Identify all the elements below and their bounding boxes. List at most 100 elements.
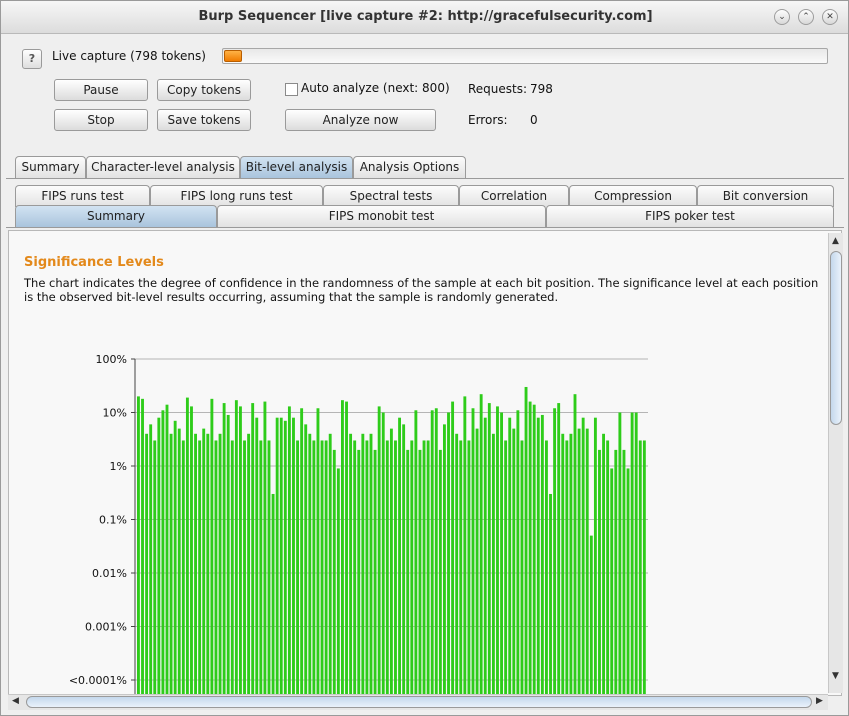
chart-bar: [589, 535, 593, 695]
scroll-up-icon[interactable]: ▲: [832, 236, 839, 246]
chart-bar: [434, 408, 438, 695]
chart-bar: [418, 449, 422, 695]
chart-bar: [279, 417, 283, 695]
chart-bar: [275, 417, 279, 695]
chart-bar: [573, 394, 577, 695]
chart-bar: [292, 417, 295, 695]
chart-bar: [181, 440, 185, 695]
chart-bar: [394, 440, 397, 695]
save-tokens-button[interactable]: Save tokens: [157, 109, 251, 131]
subtab-divider: [6, 227, 844, 228]
chart-bar: [230, 440, 234, 695]
chart-bar: [353, 440, 357, 695]
chart-bar: [642, 440, 646, 695]
vertical-scroll-thumb[interactable]: [830, 251, 842, 425]
requests-label: Requests:: [468, 82, 528, 96]
chart-bar: [463, 396, 467, 695]
chart-bar: [149, 424, 153, 695]
results-panel: Significance Levels The chart indicates …: [8, 230, 842, 696]
chart-bar: [341, 400, 344, 695]
chart-bar: [467, 440, 471, 695]
tab-summary[interactable]: Summary: [15, 156, 86, 178]
chart-bar: [512, 428, 516, 695]
auto-analyze-checkbox[interactable]: [285, 83, 298, 96]
chart-bar: [259, 440, 263, 695]
chart-bar: [202, 428, 206, 695]
chart-bar: [145, 433, 149, 695]
stop-button[interactable]: Stop: [54, 109, 148, 131]
window-title: Burp Sequencer [live capture #2: http://…: [198, 9, 653, 24]
y-tick-label: 0.01%: [92, 567, 127, 580]
chart-bar: [251, 403, 255, 695]
chart-bar: [365, 440, 369, 695]
chart-bar: [438, 449, 442, 695]
tab-analysis-options[interactable]: Analysis Options: [353, 156, 466, 178]
chart-bar: [610, 468, 614, 695]
minimize-icon[interactable]: ⌄: [774, 9, 790, 25]
help-icon[interactable]: ?: [22, 49, 42, 69]
vertical-scrollbar[interactable]: ▲ ▼: [828, 233, 843, 693]
chart-bar: [455, 433, 459, 695]
pause-button[interactable]: Pause: [54, 79, 148, 101]
tab-fips-runs-test[interactable]: FIPS runs test: [15, 185, 150, 207]
chart-bar: [561, 433, 565, 695]
scroll-down-icon[interactable]: ▼: [832, 671, 839, 681]
chart-bar: [141, 398, 144, 695]
scroll-left-icon[interactable]: ◀: [12, 696, 19, 706]
chart-bar: [585, 428, 589, 695]
maximize-icon[interactable]: ⌃: [798, 9, 814, 25]
tab-character-level-analysis[interactable]: Character-level analysis: [86, 156, 240, 178]
y-tick-label: <0.0001%: [69, 674, 127, 687]
chart-bar: [137, 396, 140, 695]
chart-bar: [614, 449, 618, 695]
y-tick-label: 0.1%: [99, 514, 127, 527]
analyze-now-button[interactable]: Analyze now: [285, 109, 436, 131]
chart-bar: [618, 412, 622, 695]
chart-bar: [598, 449, 601, 695]
horizontal-scroll-thumb[interactable]: [26, 696, 812, 708]
chart-bar: [638, 440, 642, 695]
chart-bar: [483, 417, 487, 695]
auto-analyze-label: Auto analyze (next: 800): [301, 81, 450, 95]
close-icon[interactable]: ✕: [822, 9, 838, 25]
horizontal-scrollbar[interactable]: ◀ ▶: [8, 694, 828, 710]
tab-bit-summary[interactable]: Summary: [15, 205, 217, 227]
chart-bar: [459, 440, 463, 695]
copy-tokens-button[interactable]: Copy tokens: [157, 79, 251, 101]
chart-bar: [593, 417, 597, 695]
y-tick-label: 1%: [110, 460, 127, 473]
scroll-right-icon[interactable]: ▶: [816, 696, 823, 706]
tab-correlation[interactable]: Correlation: [459, 185, 569, 207]
tab-fips-poker-test[interactable]: FIPS poker test: [546, 205, 834, 227]
tab-spectral-tests[interactable]: Spectral tests: [323, 185, 459, 207]
chart-bar: [545, 440, 548, 695]
chart-bar: [479, 394, 483, 695]
chart-bar: [328, 433, 332, 695]
chart-bar: [210, 398, 214, 695]
chart-bar: [161, 410, 165, 695]
title-bar[interactable]: Burp Sequencer [live capture #2: http://…: [1, 1, 848, 34]
y-tick-label: 100%: [96, 353, 127, 366]
chart-bar: [536, 417, 540, 695]
chart-bar: [443, 424, 446, 695]
chart-bar: [402, 424, 406, 695]
chart-bar: [581, 417, 585, 695]
chart-bar: [471, 408, 475, 695]
chart-bar: [606, 440, 610, 695]
errors-value: 0: [530, 113, 538, 127]
chart-bar: [630, 412, 634, 695]
chart-bar: [549, 493, 552, 695]
tab-compression[interactable]: Compression: [569, 185, 697, 207]
tab-bit-level-analysis[interactable]: Bit-level analysis: [240, 156, 353, 178]
chart-bar: [508, 417, 512, 695]
tab-fips-monobit-test[interactable]: FIPS monobit test: [217, 205, 546, 227]
chart-bar: [520, 440, 524, 695]
tab-divider: [6, 178, 844, 179]
chart-bar: [300, 408, 304, 695]
tab-bit-conversion[interactable]: Bit conversion: [697, 185, 834, 207]
chart-bar: [255, 417, 259, 695]
chart-bar: [504, 440, 508, 695]
chart-bar: [500, 412, 503, 695]
chart-bar: [532, 404, 536, 695]
tab-fips-long-runs-test[interactable]: FIPS long runs test: [150, 185, 323, 207]
